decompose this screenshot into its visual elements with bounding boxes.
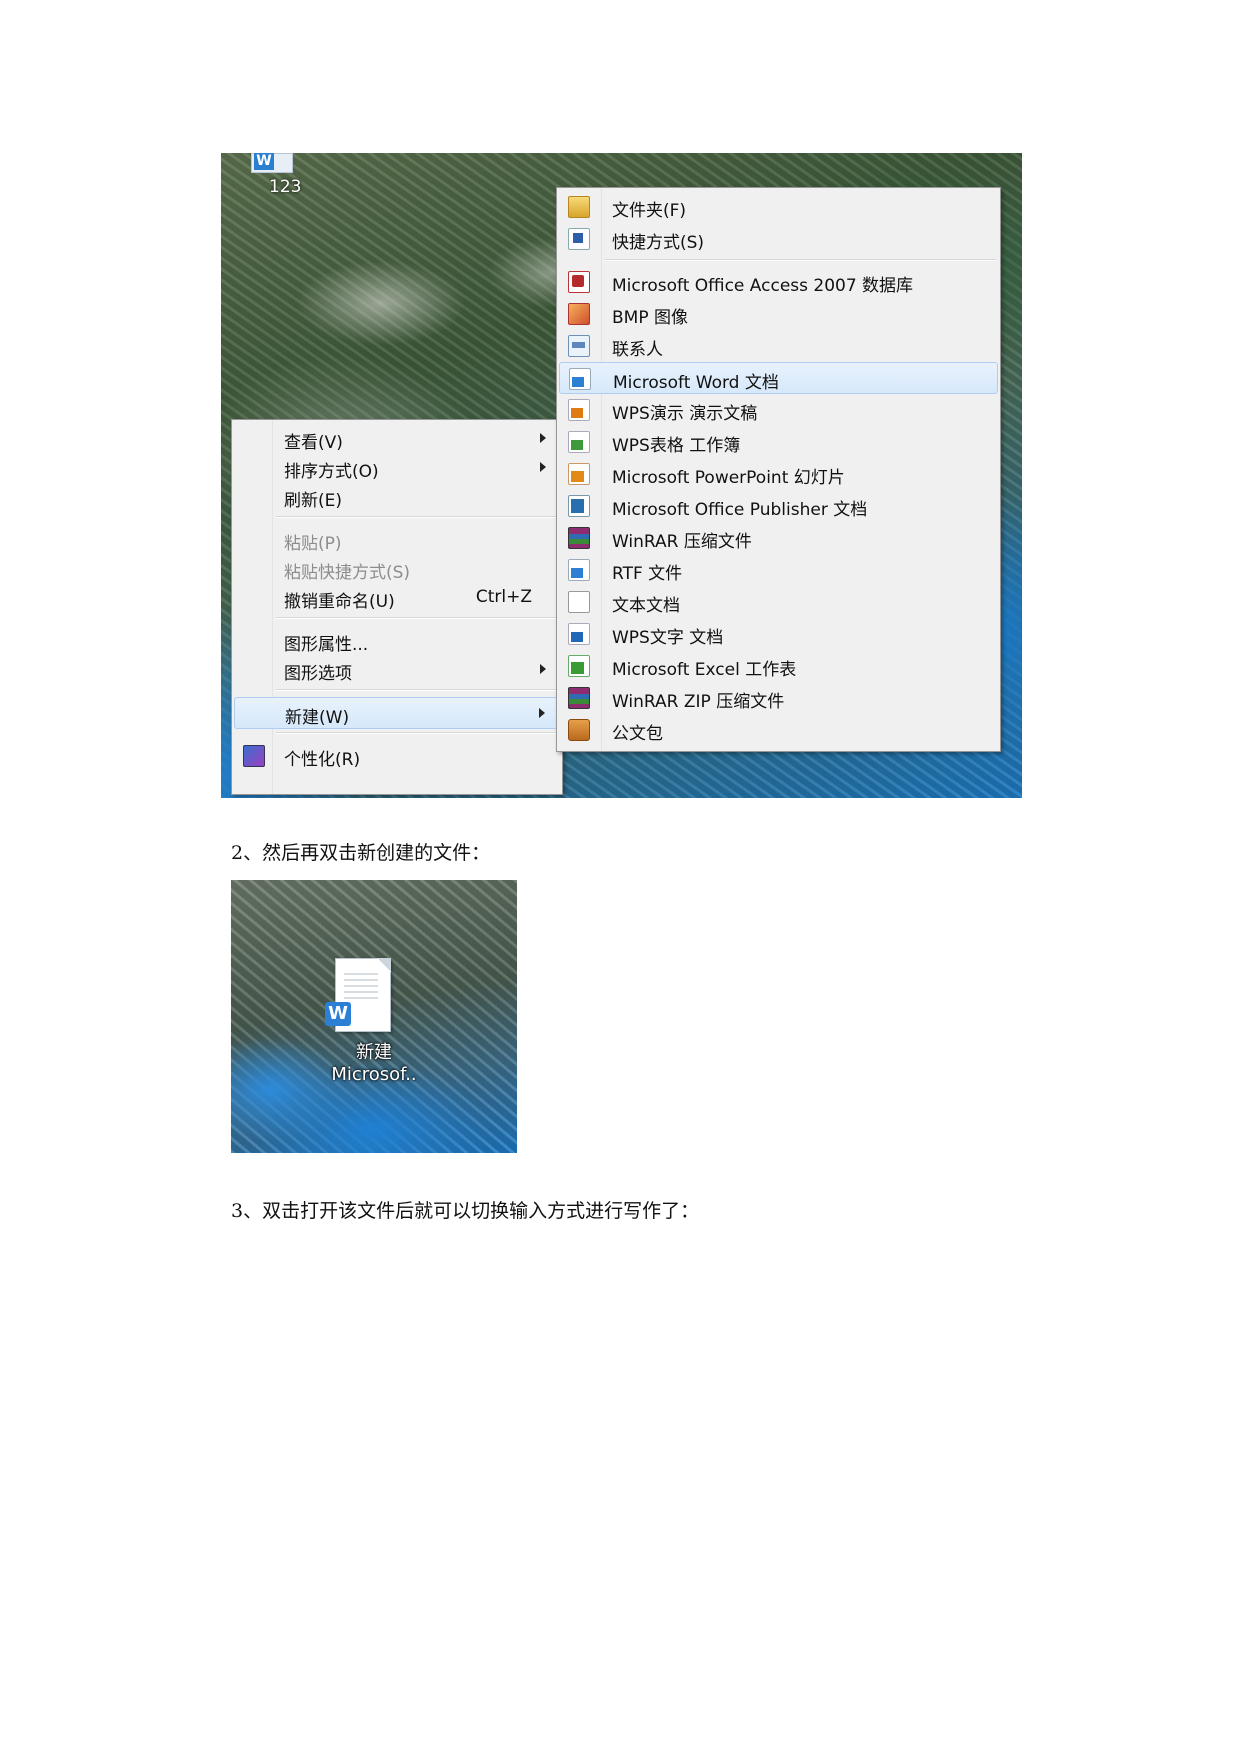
new-wps-writer-item[interactable]: WPS文字 文档 bbox=[559, 618, 998, 648]
wps-writer-icon bbox=[568, 623, 590, 645]
word-file-desktop-icon[interactable]: W bbox=[251, 153, 293, 173]
new-folder-item[interactable]: 文件夹(F) bbox=[559, 191, 998, 221]
menu-separator bbox=[276, 516, 558, 518]
powerpoint-icon bbox=[568, 463, 590, 485]
winrar-archive-icon bbox=[568, 527, 590, 549]
menu-item-graphics-options[interactable]: 图形选项 bbox=[234, 654, 560, 684]
new-shortcut-item[interactable]: 快捷方式(S) bbox=[559, 223, 998, 253]
wps-presentation-icon bbox=[568, 399, 590, 421]
menu-item-view[interactable]: 查看(V) bbox=[234, 423, 560, 453]
submenu-arrow-icon bbox=[540, 664, 546, 674]
desktop-context-menu: 查看(V) 排序方式(O) 刷新(E) 粘贴(P) 粘贴快捷方式(S) 撤销重命… bbox=[231, 419, 563, 795]
submenu-arrow-icon bbox=[540, 433, 546, 443]
menu-item-sort-by[interactable]: 排序方式(O) bbox=[234, 452, 560, 482]
word-badge-icon: W bbox=[325, 1002, 351, 1026]
new-text-document-item[interactable]: 文本文档 bbox=[559, 586, 998, 616]
menu-item-paste-shortcut: 粘贴快捷方式(S) bbox=[284, 563, 411, 583]
menu-separator bbox=[605, 259, 996, 261]
new-file-label-line1[interactable]: 新建 bbox=[231, 1038, 517, 1064]
desktop-screenshot-new-menu: W 123 查看(V) 排序方式(O) 刷新(E) 粘贴(P) 粘贴快捷方式(S… bbox=[221, 153, 1022, 798]
new-wps-presentation-item[interactable]: WPS演示 演示文稿 bbox=[559, 394, 998, 424]
new-excel-worksheet-item[interactable]: Microsoft Excel 工作表 bbox=[559, 650, 998, 680]
new-file-label-line2[interactable]: Microsof.. bbox=[231, 1064, 517, 1085]
menu-item-personalize[interactable]: 个性化(R) bbox=[234, 740, 560, 770]
shortcut-label: Ctrl+Z bbox=[475, 587, 532, 607]
submenu-arrow-icon bbox=[539, 708, 545, 718]
new-winrar-zip-item[interactable]: WinRAR ZIP 压缩文件 bbox=[559, 682, 998, 712]
briefcase-icon bbox=[568, 719, 590, 741]
text-document-icon bbox=[568, 591, 590, 613]
menu-separator bbox=[276, 617, 558, 619]
menu-item-undo-rename[interactable]: 撤销重命名(U) Ctrl+Z bbox=[234, 582, 560, 612]
winrar-zip-icon bbox=[568, 687, 590, 709]
desktop-screenshot-new-file: W 新建 Microsof.. bbox=[231, 880, 517, 1153]
menu-separator bbox=[276, 689, 558, 691]
menu-separator bbox=[276, 732, 558, 734]
publisher-icon bbox=[568, 495, 590, 517]
new-briefcase-item[interactable]: 公文包 bbox=[559, 714, 998, 744]
submenu-arrow-icon bbox=[540, 462, 546, 472]
step2-caption: 2、然后再双击新创建的文件： bbox=[231, 842, 491, 864]
word-document-icon bbox=[569, 368, 591, 390]
folder-icon bbox=[568, 196, 590, 218]
step3-caption: 3、双击打开该文件后就可以切换输入方式进行写作了： bbox=[231, 1200, 700, 1222]
bmp-image-icon bbox=[568, 303, 590, 325]
word-badge-icon: W bbox=[254, 153, 274, 170]
new-word-document-item[interactable]: Microsoft Word 文档 bbox=[559, 362, 998, 394]
new-powerpoint-item[interactable]: Microsoft PowerPoint 幻灯片 bbox=[559, 458, 998, 488]
new-publisher-item[interactable]: Microsoft Office Publisher 文档 bbox=[559, 490, 998, 520]
contact-card-icon bbox=[568, 335, 590, 357]
menu-item-graphics-properties[interactable]: 图形属性... bbox=[234, 625, 560, 655]
rtf-file-icon bbox=[568, 559, 590, 581]
shortcut-icon bbox=[568, 228, 590, 250]
new-bmp-image-item[interactable]: BMP 图像 bbox=[559, 298, 998, 328]
excel-worksheet-icon bbox=[568, 655, 590, 677]
menu-item-refresh[interactable]: 刷新(E) bbox=[234, 481, 560, 511]
access-database-icon bbox=[568, 271, 590, 293]
menu-item-new[interactable]: 新建(W) bbox=[234, 697, 560, 729]
new-access-database-item[interactable]: Microsoft Office Access 2007 数据库 bbox=[559, 266, 998, 296]
new-rtf-file-item[interactable]: RTF 文件 bbox=[559, 554, 998, 584]
new-winrar-archive-item[interactable]: WinRAR 压缩文件 bbox=[559, 522, 998, 552]
new-submenu: 文件夹(F) 快捷方式(S) Microsoft Office Access 2… bbox=[556, 187, 1001, 752]
desktop-icon-label[interactable]: 123 bbox=[269, 177, 301, 197]
wps-spreadsheet-icon bbox=[568, 431, 590, 453]
menu-item-paste: 粘贴(P) bbox=[284, 534, 342, 554]
personalize-icon bbox=[243, 745, 265, 767]
new-contact-item[interactable]: 联系人 bbox=[559, 330, 998, 360]
new-wps-spreadsheet-item[interactable]: WPS表格 工作簿 bbox=[559, 426, 998, 456]
